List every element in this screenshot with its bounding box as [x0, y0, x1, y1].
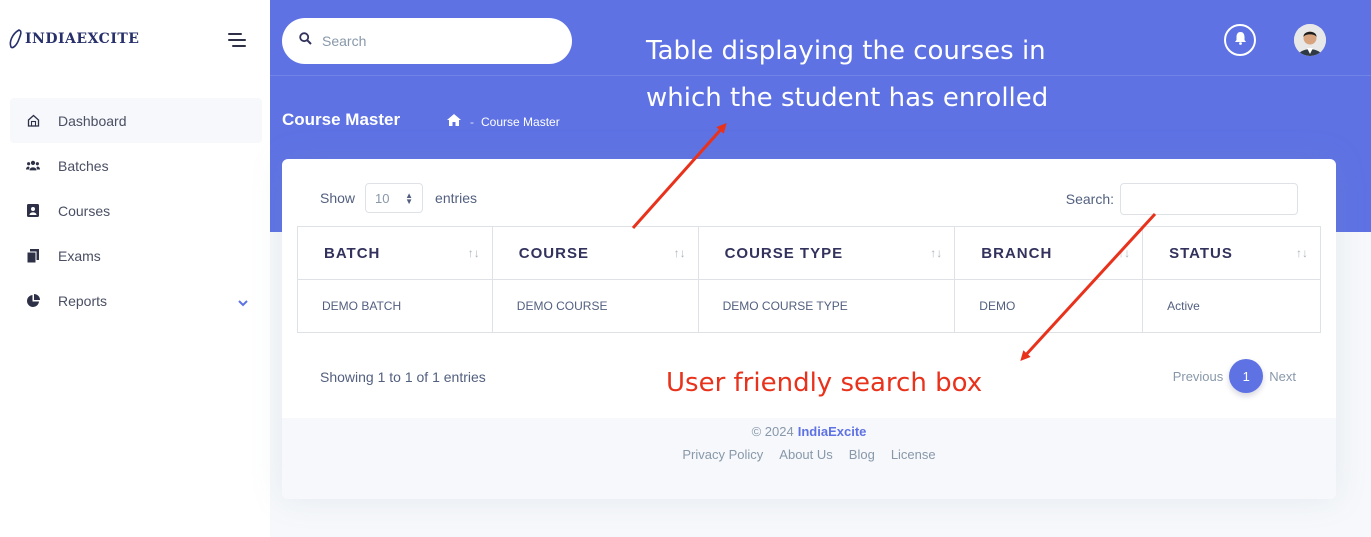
brand-name: INDIAEXCITE	[25, 31, 140, 47]
table-search: Search:	[1066, 183, 1298, 215]
copyright-text: © 2024	[751, 424, 794, 439]
sort-icon: ↑↓	[673, 246, 686, 260]
main-content: Course Master - Course Master Table disp…	[270, 0, 1371, 537]
sidebar-item-label: Reports	[58, 292, 108, 309]
pie-chart-icon	[26, 293, 40, 308]
breadcrumb-separator: -	[470, 114, 474, 129]
annotation-search: User friendly search box	[666, 368, 983, 398]
footer: © 2024 IndiaExcite Privacy Policy About U…	[282, 418, 1336, 499]
users-icon	[26, 159, 40, 173]
cell-course: DEMO COURSE	[491, 279, 699, 333]
sidebar-item-dashboard[interactable]: Dashboard	[10, 98, 262, 143]
copyright: © 2024 IndiaExcite	[282, 424, 1336, 439]
avatar[interactable]	[1294, 24, 1326, 56]
sort-icon: ↑↓	[1296, 246, 1308, 260]
column-header-label: BATCH	[324, 244, 381, 262]
home-icon[interactable]	[447, 114, 461, 129]
page-title: Course Master	[282, 110, 401, 129]
entries-length-select[interactable]: 10 ▲ ▼	[365, 183, 424, 213]
sidebar-item-label: Courses	[58, 202, 111, 219]
footer-link-license[interactable]: License	[891, 447, 936, 462]
sidebar-item-courses[interactable]: Courses	[10, 188, 262, 233]
home-icon	[26, 114, 40, 128]
copy-icon	[26, 248, 40, 263]
sidebar-nav: Dashboard Batches Courses Exams Reports	[10, 98, 262, 323]
sidebar-item-batches[interactable]: Batches	[10, 143, 262, 188]
column-header-label: COURSE TYPE	[724, 244, 844, 262]
column-header-course-type[interactable]: COURSE TYPE ↑↓	[697, 226, 956, 280]
contact-card-icon	[26, 204, 40, 218]
course-table-card: Show 10 ▲ ▼ entries Search: BATCH ↑↓ COURS…	[282, 159, 1336, 499]
cell-status: Active	[1142, 279, 1321, 333]
courses-table: BATCH ↑↓ COURSE ↑↓ COURSE TYPE ↑↓ BRANCH ↑↓ …	[297, 226, 1321, 333]
search-bar[interactable]	[282, 18, 572, 64]
sidebar: INDIAEXCITE Dashboard Batches Courses Ex…	[0, 0, 270, 537]
entries-label: entries	[435, 190, 478, 206]
user-avatar-icon	[1294, 24, 1326, 56]
previous-page-button[interactable]: Previous	[1173, 369, 1224, 384]
sidebar-item-label: Dashboard	[58, 112, 127, 129]
show-label: Show	[320, 190, 356, 206]
sort-icon: ↑↓	[467, 246, 480, 260]
entries-length-control: Show 10 ▲ ▼ entries	[320, 183, 477, 213]
sidebar-item-label: Exams	[58, 247, 101, 264]
column-header-batch[interactable]: BATCH ↑↓	[297, 226, 493, 280]
sidebar-item-reports[interactable]: Reports	[10, 278, 262, 323]
sidenav-toggle-button[interactable]	[228, 33, 246, 47]
table-search-label: Search:	[1065, 191, 1114, 207]
annotation-table-line1: Table displaying the courses in	[646, 36, 1046, 66]
next-page-button[interactable]: Next	[1269, 369, 1296, 384]
footer-link-privacy[interactable]: Privacy Policy	[682, 447, 763, 462]
sort-icon: ↑↓	[930, 246, 943, 260]
brand-logo-link[interactable]: INDIAEXCITE	[8, 28, 139, 50]
select-arrows-icon: ▲ ▼	[405, 191, 414, 206]
search-input[interactable]	[322, 33, 552, 49]
annotation-table-line2: which the student has enrolled	[646, 83, 1049, 113]
column-header-status[interactable]: STATUS ↑↓	[1142, 226, 1321, 280]
chevron-down-icon[interactable]	[238, 294, 248, 310]
column-header-branch[interactable]: BRANCH ↑↓	[954, 226, 1144, 280]
notifications-button[interactable]	[1224, 24, 1256, 56]
cell-course-type: DEMO COURSE TYPE	[697, 279, 956, 333]
search-icon	[299, 32, 312, 50]
breadcrumb: - Course Master	[447, 114, 560, 129]
sort-icon: ↑↓	[1118, 246, 1131, 260]
column-header-course[interactable]: COURSE ↑↓	[491, 226, 699, 280]
breadcrumb-current: Course Master	[481, 114, 560, 129]
bell-icon	[1234, 31, 1247, 50]
footer-link-about[interactable]: About Us	[779, 447, 832, 462]
topbar-divider	[270, 75, 1371, 76]
brand-logo-icon	[9, 29, 22, 49]
table-search-input[interactable]	[1120, 183, 1298, 215]
footer-links: Privacy Policy About Us Blog License	[282, 447, 1336, 462]
page-1-button[interactable]: 1	[1229, 359, 1264, 393]
sidebar-item-exams[interactable]: Exams	[10, 233, 262, 278]
entries-length-value: 10	[375, 190, 390, 206]
table-info: Showing 1 to 1 of 1 entries	[320, 369, 486, 385]
column-header-label: COURSE	[518, 244, 589, 262]
cell-branch: DEMO	[954, 279, 1144, 333]
footer-brand-link[interactable]: IndiaExcite	[798, 424, 867, 439]
column-header-label: BRANCH	[981, 244, 1053, 262]
table-header-row: BATCH ↑↓ COURSE ↑↓ COURSE TYPE ↑↓ BRANCH ↑↓ …	[297, 226, 1321, 280]
sidebar-item-label: Batches	[58, 157, 109, 174]
footer-link-blog[interactable]: Blog	[849, 447, 875, 462]
column-header-label: STATUS	[1169, 244, 1233, 262]
table-row: DEMO BATCH DEMO COURSE DEMO COURSE TYPE …	[297, 279, 1321, 333]
cell-batch: DEMO BATCH	[297, 279, 493, 333]
pagination: Previous 1 Next	[1173, 359, 1296, 393]
